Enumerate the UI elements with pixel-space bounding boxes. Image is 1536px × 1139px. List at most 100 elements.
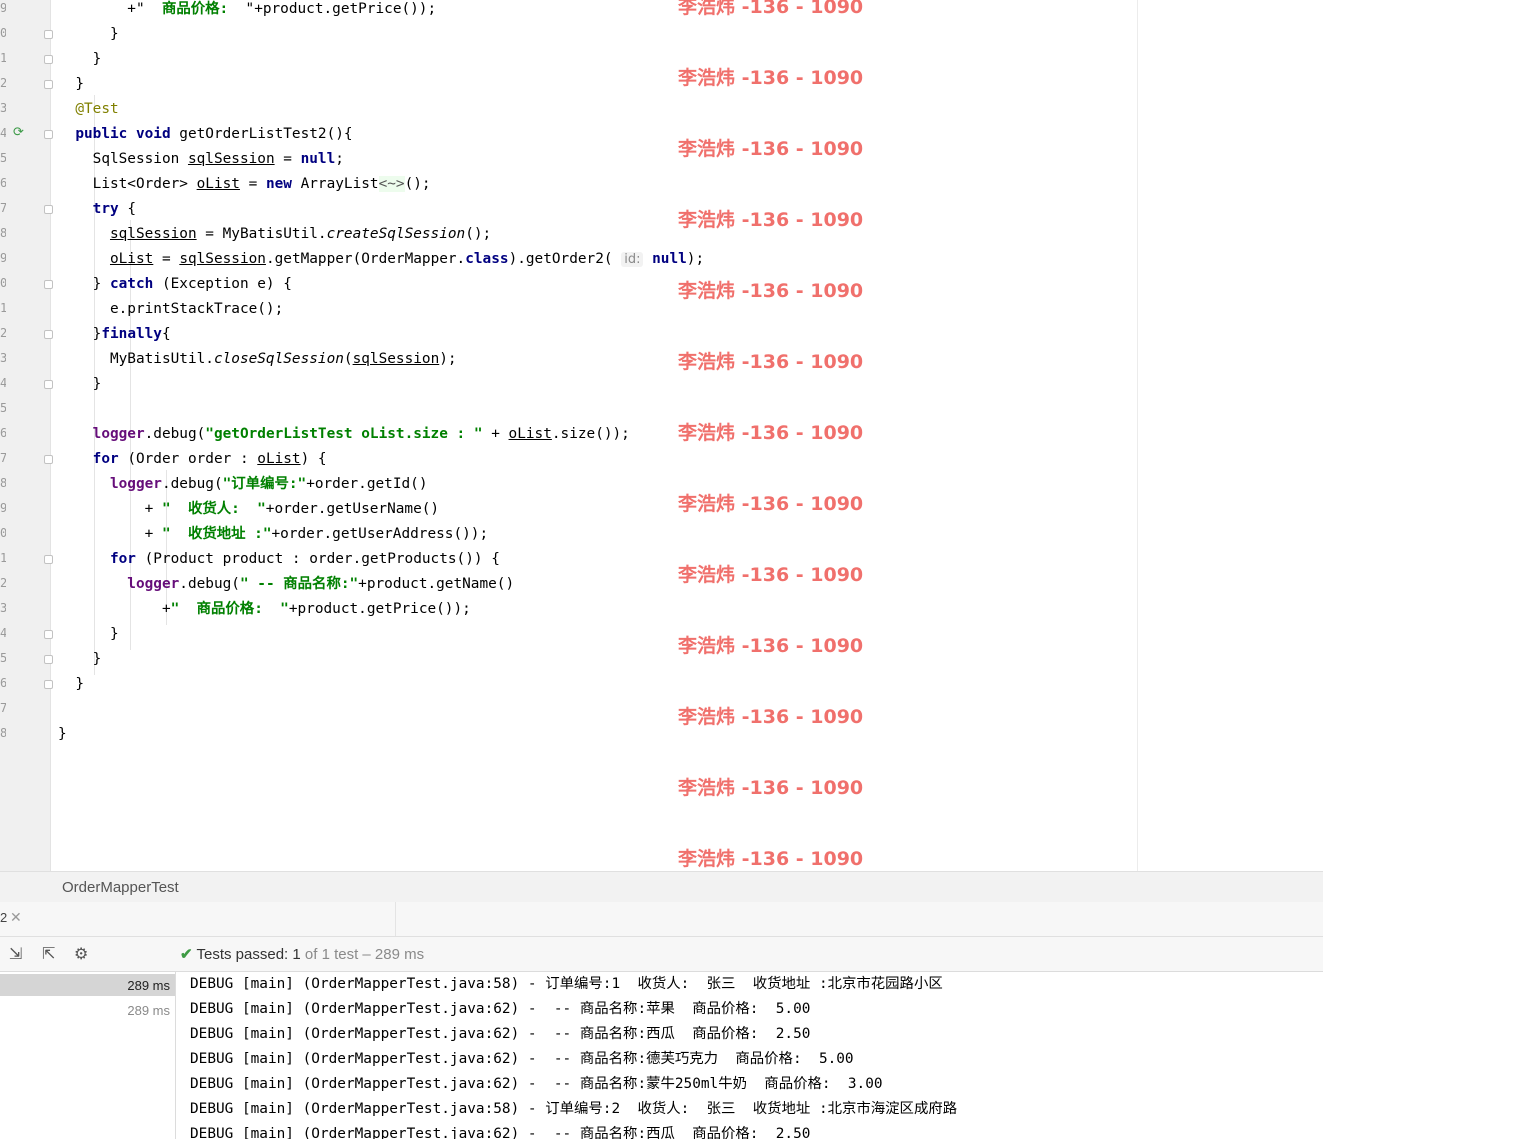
line-number: 4	[0, 126, 6, 140]
code-token: (Order order :	[127, 451, 258, 467]
code-token: );	[439, 351, 457, 367]
fold-marker-icon[interactable]	[44, 380, 53, 389]
code-token: oList	[508, 426, 552, 442]
status-count: 1	[292, 946, 301, 963]
code-token: sqlSession	[187, 151, 275, 167]
toolbar-divider	[395, 902, 396, 936]
fold-marker-icon[interactable]	[44, 630, 53, 639]
fold-marker-icon[interactable]	[44, 80, 53, 89]
fold-marker-icon[interactable]	[44, 680, 53, 689]
tests-status: ✔ Tests passed: 1 of 1 test – 289 ms	[180, 945, 424, 963]
code-token: +	[58, 601, 171, 617]
watermark-text: 李浩炜 -136 - 1090	[678, 635, 864, 657]
code-token: e.printStackTrace();	[58, 301, 284, 317]
code-token: }	[58, 726, 67, 742]
code-token: +order.getUserName()	[265, 501, 440, 517]
code-line: + " 收货地址 :"+order.getUserAddress());	[58, 525, 489, 543]
code-token: catch	[109, 276, 162, 292]
tab-order-mapper-test[interactable]: OrderMapperTest	[62, 879, 179, 896]
watermark-text: 李浩炜 -136 - 1090	[678, 564, 864, 586]
code-token: oList	[109, 251, 154, 267]
console-line: DEBUG [main] (OrderMapperTest.java:62) -…	[190, 1076, 883, 1092]
code-token: );	[686, 251, 705, 267]
code-token: .debug(	[161, 476, 223, 492]
code-token: for	[58, 451, 128, 467]
code-token: +product.getPrice());	[288, 601, 471, 617]
code-token: }	[58, 376, 102, 392]
line-number: 9	[0, 501, 6, 515]
code-token: class	[465, 251, 509, 267]
code-token: 商品价格:	[161, 1, 246, 17]
code-token: (	[343, 351, 353, 367]
code-line: }finally{	[58, 325, 171, 343]
code-line: }	[58, 375, 102, 393]
test-tree-row[interactable]: 289 ms	[0, 999, 175, 1021]
code-token: ).getOrder2(	[508, 251, 622, 267]
fold-marker-icon[interactable]	[44, 455, 53, 464]
code-line: for (Order order : oList) {	[58, 450, 327, 468]
code-line: logger.debug("订单编号:"+order.getId()	[58, 475, 428, 493]
code-token: +	[58, 526, 162, 542]
line-number: 7	[0, 701, 6, 715]
code-line: } catch (Exception e) {	[58, 275, 292, 293]
line-number: 2	[0, 576, 6, 590]
fold-marker-icon[interactable]	[44, 205, 53, 214]
test-tree-row[interactable]: 289 ms	[0, 974, 175, 996]
close-icon[interactable]: ✕	[10, 909, 22, 926]
code-line: public void getOrderListTest2(){	[58, 125, 353, 143]
test-tree[interactable]: 289 ms 289 ms	[0, 972, 176, 1139]
code-token: try	[58, 201, 128, 217]
status-suffix: of 1 test – 289 ms	[300, 946, 425, 963]
code-token: public void	[58, 126, 180, 142]
code-token: "getOrderListTest oList.size : "	[205, 426, 483, 442]
code-token: +order.getUserAddress());	[271, 526, 489, 542]
code-token: getOrderListTest2(){	[179, 126, 353, 142]
code-token: = MyBatisUtil.	[196, 226, 327, 242]
code-token: .getMapper(OrderMapper.	[265, 251, 466, 267]
watermark-text: 李浩炜 -136 - 1090	[678, 493, 864, 515]
settings-gear-icon[interactable]: ⚙	[74, 944, 88, 963]
export-icon[interactable]: ⇱	[42, 944, 55, 963]
fold-marker-icon[interactable]	[44, 555, 53, 564]
console-output[interactable]: DEBUG [main] (OrderMapperTest.java:58) -…	[176, 972, 1323, 1139]
code-line: try {	[58, 200, 136, 218]
code-token: "+product.getPrice());	[245, 1, 437, 17]
code-line: logger.debug(" -- 商品名称:"+product.getName…	[58, 575, 514, 593]
line-number: 1	[0, 301, 6, 315]
line-number: 9	[0, 251, 6, 265]
line-number: 8	[0, 476, 6, 490]
line-number: 8	[0, 726, 6, 740]
code-token: MyBatisUtil.	[58, 351, 214, 367]
console-line: DEBUG [main] (OrderMapperTest.java:62) -…	[190, 1026, 811, 1042]
code-token: "订单编号:"	[222, 476, 307, 492]
fold-marker-icon[interactable]	[44, 330, 53, 339]
code-token: <~>	[378, 176, 405, 192]
code-token: =	[274, 151, 301, 167]
code-token: sqlSession	[352, 351, 440, 367]
code-token: new	[265, 176, 301, 192]
line-number: 2	[0, 76, 6, 90]
run-test-icon[interactable]: ⟳	[13, 126, 29, 140]
code-token: createSqlSession	[326, 226, 466, 242]
fold-marker-icon[interactable]	[44, 655, 53, 664]
code-token: =	[153, 251, 180, 267]
code-token: logger	[58, 426, 145, 442]
test-duration: 289 ms	[127, 978, 170, 993]
import-icon[interactable]: ⇲	[9, 944, 22, 963]
status-prefix: Tests passed:	[196, 946, 293, 963]
code-token: (Product product : order.getProducts()) …	[144, 551, 500, 567]
fold-marker-icon[interactable]	[44, 280, 53, 289]
code-token: ();	[465, 226, 492, 242]
code-line: oList = sqlSession.getMapper(OrderMapper…	[58, 250, 704, 269]
code-token: sqlSession	[179, 251, 266, 267]
code-token: +order.getId()	[306, 476, 428, 492]
watermark-text: 李浩炜 -136 - 1090	[678, 209, 864, 231]
run-tab-label[interactable]: 2	[0, 910, 7, 925]
fold-marker-icon[interactable]	[44, 130, 53, 139]
fold-marker-icon[interactable]	[44, 55, 53, 64]
code-line: for (Product product : order.getProducts…	[58, 550, 500, 568]
line-number: 3	[0, 351, 6, 365]
code-token: {	[161, 326, 171, 342]
fold-marker-icon[interactable]	[44, 30, 53, 39]
